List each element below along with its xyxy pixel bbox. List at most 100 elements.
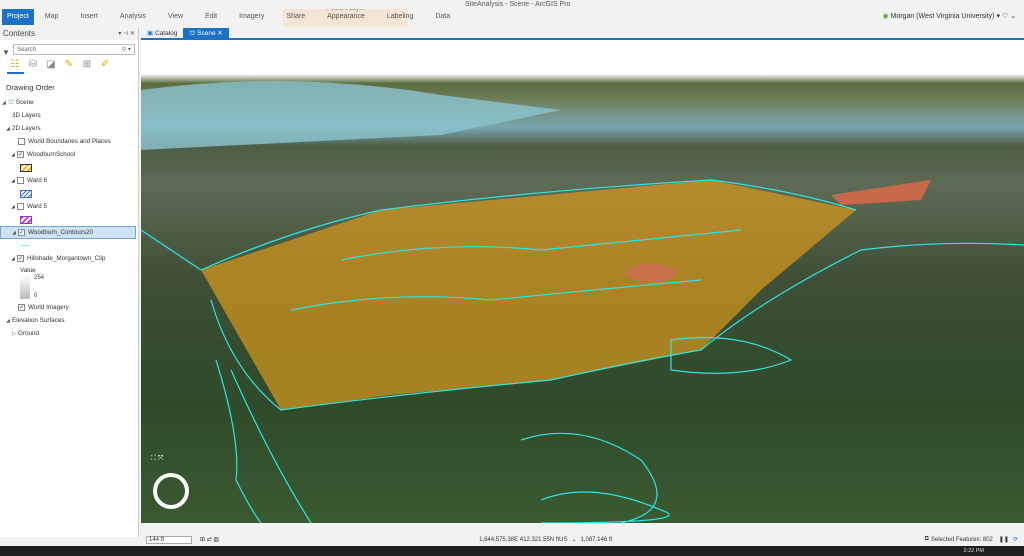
search-input[interactable]: Search ⚲ ▾ (13, 44, 135, 55)
status-bar: 144 ft ⊞ ⇄ ▥ 1,844,575.38E 412,321.55N f… (141, 533, 1024, 546)
selection-icon[interactable]: ◪ (44, 59, 58, 70)
user-account[interactable]: ◉ Morgan (West Virginia University) ▾ ♡ … (882, 12, 1016, 20)
symbol-swatch[interactable] (20, 163, 32, 172)
visibility-checkbox[interactable]: ✓ (17, 151, 24, 158)
bell-icon[interactable]: ♡ (1002, 13, 1008, 20)
taskbar: 2:22 PM (0, 546, 1024, 556)
tab-project[interactable]: Project (2, 9, 34, 25)
layer-woodburn-school[interactable]: ◢ ✓ WoodburnSchool (0, 148, 138, 161)
visibility-checkbox[interactable] (17, 203, 24, 210)
tree-elevation-surfaces[interactable]: ◢ Elevation Surfaces (0, 314, 138, 327)
tab-imagery[interactable]: Imagery (228, 9, 275, 25)
symbol-swatch[interactable] (20, 215, 32, 224)
label: WoodburnSchool (27, 151, 76, 158)
legend-min: 0 (34, 293, 38, 299)
label: Scene (197, 30, 216, 37)
clock: 2:22 PM (963, 548, 984, 554)
data-source-icon[interactable]: ⛁ (26, 59, 40, 70)
tab-analysis[interactable]: Analysis (109, 9, 157, 25)
scene-icon: ⛫ (8, 98, 14, 106)
tab-share[interactable]: Share (275, 9, 316, 25)
title-bar: SiteAnalysis - Scene - ArcGIS Pro (0, 0, 1024, 9)
visibility-checkbox[interactable]: ✓ (17, 255, 24, 262)
coordinates-readout: 1,844,575.38E 412,321.55N ftUS (479, 536, 568, 543)
catalog-icon: ▣ (147, 30, 154, 37)
editing-icon[interactable]: ✎ (62, 59, 76, 70)
layer-woodburn-contours[interactable]: ◢ ✓ Woodburn_Contours20 (0, 226, 136, 239)
ribbon: Feature Layer Project Map Insert Analysi… (0, 6, 1024, 34)
layer-ward-5[interactable]: ◢ Ward 5 (0, 200, 138, 213)
symbol-swatch[interactable] (20, 245, 30, 246)
drawing-order-icon[interactable]: ☷ (8, 59, 22, 70)
tab-insert[interactable]: Insert (69, 9, 109, 25)
elevation-readout: 1,087.146 ft (580, 536, 613, 543)
legend-max: 254 (34, 275, 45, 281)
close-icon[interactable]: ✕ (217, 30, 222, 37)
visibility-checkbox[interactable]: ✓ (18, 229, 25, 236)
label: Woodburn_Contours20 (28, 229, 93, 236)
label: Hillshade_Morgantown_Clip (27, 255, 106, 262)
status-tool-icons[interactable]: ⊞ ⇄ ▥ (200, 536, 219, 543)
refresh-icon[interactable]: ⟳ (1013, 536, 1018, 543)
label: Ground (18, 330, 40, 337)
tab-scene[interactable]: ⛫ Scene ✕ (183, 28, 229, 38)
labeling-icon[interactable]: ✐ (98, 59, 112, 70)
layer-ward-6[interactable]: ◢ Ward 6 (0, 174, 138, 187)
window-title: SiteAnalysis - Scene - ArcGIS Pro (465, 1, 571, 8)
search-icon[interactable]: ⚲ ▾ (122, 46, 131, 53)
pane-title: Contents (3, 29, 36, 38)
filter-icon[interactable]: ▼ (2, 48, 10, 57)
label: World Imagery (28, 304, 69, 311)
tree-2d-layers[interactable]: ◢ 2D Layers (0, 122, 138, 135)
label: Ward 6 (27, 177, 48, 184)
layer-world-imagery[interactable]: ✓ World Imagery (0, 301, 138, 314)
building-roof (831, 180, 931, 205)
visibility-checkbox[interactable]: ✓ (18, 304, 25, 311)
visibility-checkbox[interactable] (17, 177, 24, 184)
label: 2D Layers (12, 125, 41, 132)
layer-tree: ◢ ⛫ Scene 3D Layers ◢ 2D Layers World Bound… (0, 96, 138, 340)
user-icon: ◉ (882, 13, 889, 20)
tree-ground[interactable]: ▷ Ground (0, 327, 138, 340)
tree-3d-layers[interactable]: 3D Layers (0, 109, 138, 122)
scene-icon: ⛫ (189, 30, 196, 37)
pane-controls[interactable]: ▾ ⊣ ✕ (118, 30, 135, 37)
tab-data[interactable]: Data (424, 9, 461, 25)
river (141, 81, 561, 150)
label: World Boundaries and Places (28, 138, 111, 145)
layer-world-boundaries[interactable]: World Boundaries and Places (0, 135, 138, 148)
school-parcel (201, 180, 856, 410)
pause-icon[interactable]: ❚❚ (999, 536, 1009, 543)
nav-toggle-icon[interactable]: ⛶ ⤧ (151, 455, 163, 463)
legend-title: Value (20, 266, 36, 274)
tab-edit[interactable]: Edit (194, 9, 228, 25)
scene-view[interactable]: ⛶ ⤧ (141, 40, 1024, 523)
search-placeholder: Search (17, 46, 37, 53)
tab-catalog[interactable]: ▣ Catalog (141, 28, 183, 38)
selected-features-icon[interactable]: ⧉ (925, 536, 929, 543)
tab-appearance[interactable]: Appearance (316, 9, 376, 25)
hillshade-ramp (20, 275, 30, 299)
snapping-icon[interactable]: ⊞ (80, 59, 94, 70)
scale-selector[interactable]: 144 ft (146, 535, 192, 544)
section-title: Drawing Order (6, 83, 55, 92)
selected-features: Selected Features: 802 (930, 536, 993, 543)
visibility-checkbox[interactable] (18, 138, 25, 145)
tree-scene[interactable]: ◢ ⛫ Scene (0, 96, 138, 109)
contents-pane: Contents ▾ ⊣ ✕ ▼ Search ⚲ ▾ ☷ ⛁ ◪ ✎ ⊞ ✐ Dr… (0, 27, 139, 537)
scene-graphics (141, 81, 1024, 523)
label: Scene (15, 99, 34, 106)
label: 3D Layers (12, 112, 41, 119)
coordinate-system-dropdown[interactable]: ⌄ (571, 536, 576, 543)
label: Ward 5 (27, 203, 48, 210)
navigator-control[interactable] (153, 473, 189, 509)
layer-hillshade[interactable]: ◢ ✓ Hillshade_Morgantown_Clip (0, 252, 138, 265)
tab-map[interactable]: Map (34, 9, 70, 25)
view-area: ▣ Catalog ⛫ Scene ✕ ⛶ ⤧ (141, 27, 1024, 537)
symbol-swatch[interactable] (20, 189, 32, 198)
tab-view[interactable]: View (157, 9, 194, 25)
user-name: Morgan (West Virginia University) (890, 13, 995, 20)
label: Catalog (154, 30, 178, 37)
tab-labeling[interactable]: Labeling (376, 9, 424, 25)
track (626, 264, 676, 282)
